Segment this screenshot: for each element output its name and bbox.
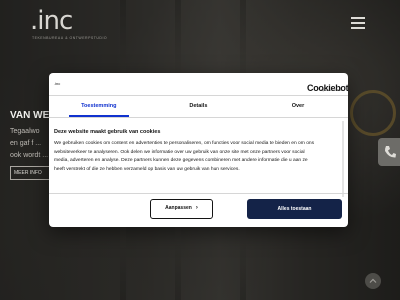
description-line: media, adverteren en analyse. Deze partn… [54,158,308,163]
customize-button-label: Aanpassen [165,205,192,211]
phone-button[interactable] [378,138,400,166]
cookiebot-brand-by: by Usercentrics [321,88,342,92]
description-line: We gebruiken cookies om content en adver… [54,141,315,146]
phone-icon [385,146,396,158]
dialog-body: Deze website maakt gebruik van cookies W… [54,129,334,174]
tab-details[interactable]: Details [149,96,249,117]
dialog-heading: Deze website maakt gebruik van cookies [54,129,161,135]
scroll-to-top-button[interactable] [365,273,381,289]
dialog-tabs: Toestemming Details Over [49,96,348,117]
site-logo[interactable]: .inc [30,8,73,34]
divider [49,117,348,118]
site-mini-logo: .inc [54,81,61,86]
chevron-right-icon: › [195,205,198,211]
customize-button[interactable]: Aanpassen › [150,199,213,219]
divider [49,193,348,194]
hamburger-menu-icon[interactable] [351,17,365,29]
dialog-header: .inc Cookiebot by Usercentrics [49,73,348,95]
logo-tagline: TEKENBUREAU & ONTWERPSTUDIO [32,36,108,40]
description-line: heeft verstrekt of die ze hebben verzame… [54,166,240,172]
tab-over[interactable]: Over [248,96,348,117]
cookie-consent-dialog: .inc Cookiebot by Usercentrics Toestemmi… [49,73,348,227]
tab-toestemming[interactable]: Toestemming [49,96,149,117]
arrow-up-icon [369,278,377,283]
allow-all-button[interactable]: Alles toestaan [247,199,342,219]
cookiebot-logo[interactable]: Cookiebot by Usercentrics [307,78,348,96]
dialog-description: We gebruiken cookies om content en adver… [54,140,334,174]
dialog-scrollbar[interactable] [342,121,344,197]
description-line: websiteverkeer te analyseren. Ook delen … [54,149,305,155]
